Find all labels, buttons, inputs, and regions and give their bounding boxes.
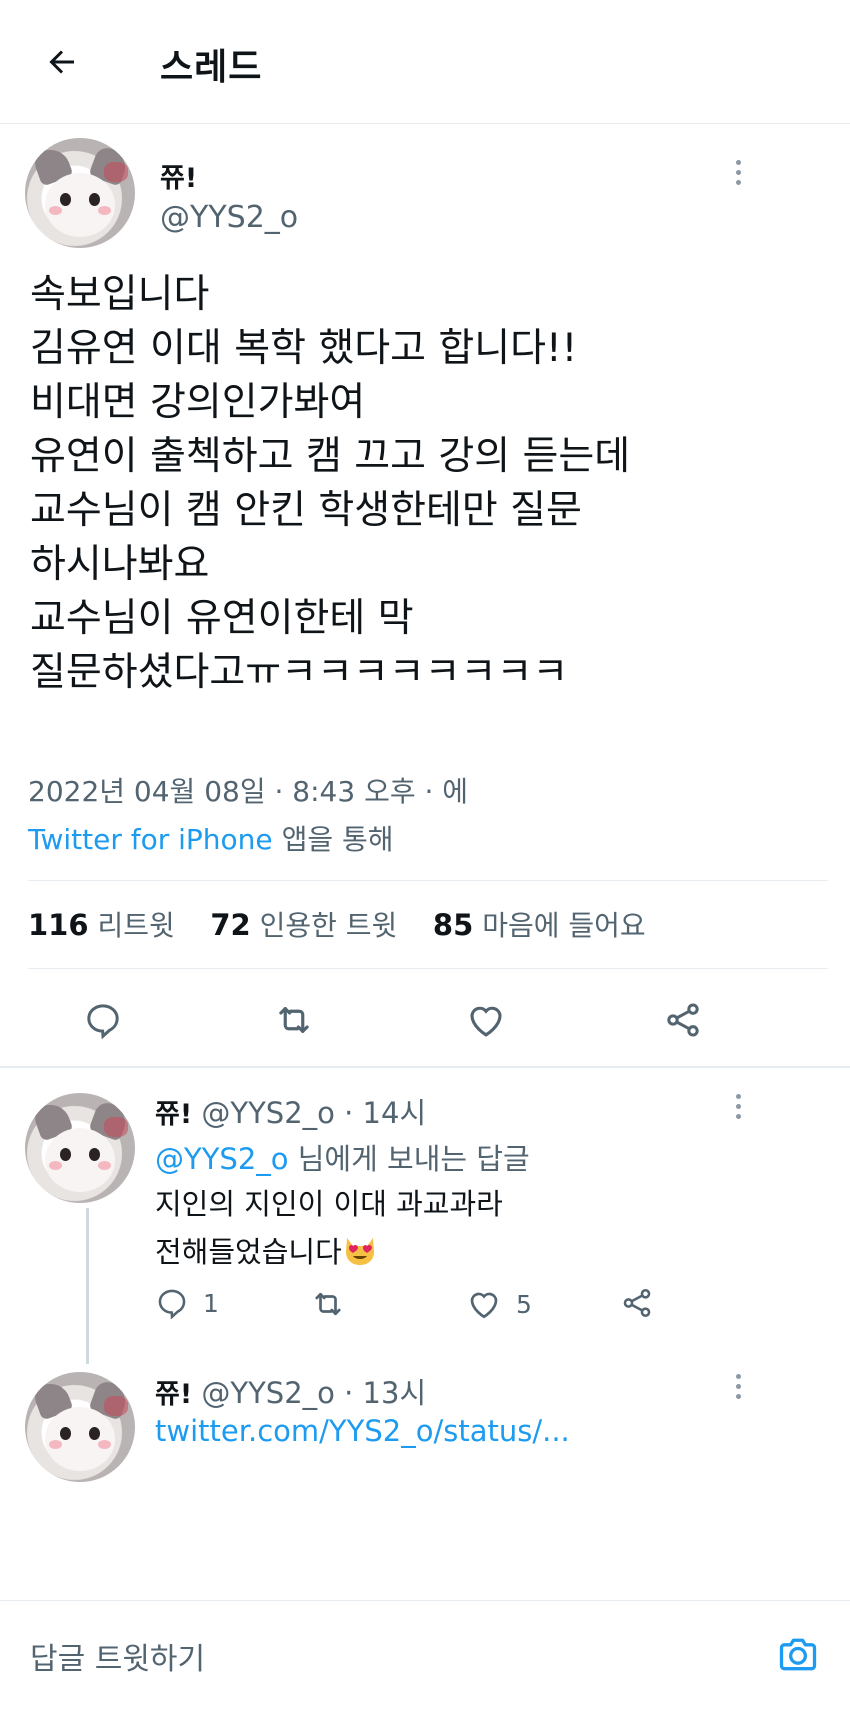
status-link[interactable]: twitter.com/YYS2_o/status/... [155, 1414, 570, 1448]
reply-author-handle[interactable]: @YYS2_o [201, 1096, 335, 1130]
share-action[interactable] [620, 1286, 654, 1324]
source-suffix: 앱을 통해 [281, 823, 394, 856]
more-dots-icon [735, 1373, 741, 1379]
tweet-source: Twitter for iPhone 앱을 통해 [28, 818, 394, 858]
tweet-line: 교수님이 캠 안킨 학생한테만 질문 [30, 488, 582, 533]
tweet-line: 유연이 출첵하고 캠 끄고 강의 듣는데 [30, 434, 631, 479]
reply-input[interactable]: 답글 트윗하기 [30, 1634, 205, 1678]
reply-to-suffix: 님에게 보내는 답글 [297, 1142, 530, 1176]
retweet-stat[interactable]: 116 리트윗 [28, 908, 175, 942]
divider [28, 968, 828, 969]
author-name[interactable]: 쮸! [160, 156, 197, 195]
more-options-button[interactable] [723, 1086, 753, 1126]
reply-button[interactable] [75, 992, 131, 1048]
top-bar [0, 0, 850, 124]
reply-body: 지인의 지인이 이대 과교과라 전해들었습니다 [155, 1180, 503, 1276]
reply-time[interactable]: · 14시 [344, 1096, 426, 1130]
share-icon [623, 1288, 651, 1318]
reply-time[interactable]: · 13시 [344, 1376, 426, 1410]
retweet-action[interactable] [310, 1286, 346, 1326]
reply-line: 지인의 지인이 이대 과교과라 [155, 1187, 503, 1221]
retweet-icon [279, 1007, 309, 1033]
reply-context: @YYS2_o 님에게 보내는 답글 [155, 1136, 530, 1178]
author-handle[interactable]: @YYS2_o [160, 200, 298, 235]
divider [0, 1066, 850, 1068]
like-count: 5 [516, 1289, 532, 1319]
avatar[interactable] [25, 1093, 135, 1203]
reply-icon [87, 1004, 119, 1040]
arrow-left-icon [49, 50, 74, 74]
more-dots-icon [735, 159, 741, 165]
share-icon [667, 1003, 699, 1037]
tweet-line: 속보입니다 [30, 272, 210, 317]
reply-author-handle[interactable]: @YYS2_o [201, 1376, 335, 1410]
like-action[interactable]: 5 [466, 1286, 532, 1322]
camera-icon [779, 1638, 817, 1671]
tweet-timestamp[interactable]: 2022년 04월 08일 · 8:43 오후 · 에 [28, 770, 468, 810]
tweet-stats: 116 리트윗 72 인용한 트윗 85 마음에 들어요 [28, 904, 646, 944]
retweet-button[interactable] [266, 992, 322, 1048]
like-stat[interactable]: 85 마음에 들어요 [433, 908, 646, 942]
tweet-line: 김유연 이대 복학 했다고 합니다!! [30, 326, 578, 371]
more-dots-icon [735, 1093, 741, 1099]
heart-eyes-cat-emoji-icon [345, 1238, 374, 1265]
thread-connector [86, 1208, 89, 1364]
heart-icon [470, 1006, 502, 1037]
camera-button[interactable] [770, 1626, 826, 1682]
reply-header: 쮸! @YYS2_o · 13시 [155, 1370, 426, 1412]
page-title: 스레드 [160, 47, 263, 88]
reply-line-with-emoji: 전해들었습니다 [155, 1228, 503, 1276]
avatar[interactable] [25, 138, 135, 248]
back-button[interactable] [36, 36, 88, 88]
source-app-link[interactable]: Twitter for iPhone [28, 823, 273, 856]
reply-action[interactable]: 1 [155, 1286, 219, 1320]
tweet-line: 질문하셨다고ㅠㅋㅋㅋㅋㅋㅋㅋㅋ [30, 650, 569, 695]
reply-header: 쮸! @YYS2_o · 14시 [155, 1090, 426, 1132]
retweet-icon [315, 1292, 341, 1316]
reply-to-link[interactable]: @YYS2_o [155, 1142, 289, 1176]
heart-icon [470, 1292, 498, 1319]
tweet-line: 비대면 강의인가봐여 [30, 380, 366, 425]
like-button[interactable] [458, 992, 514, 1048]
share-button[interactable] [655, 992, 711, 1048]
more-options-button[interactable] [723, 152, 753, 192]
reply-icon [158, 1289, 186, 1320]
avatar[interactable] [25, 1372, 135, 1482]
reply-author-name[interactable]: 쮸! [155, 1099, 192, 1130]
more-options-button[interactable] [723, 1366, 753, 1406]
divider [28, 880, 828, 881]
tweet-line: 하시나봐요 [30, 542, 210, 587]
tweet-body: 속보입니다 김유연 이대 복학 했다고 합니다!! 비대면 강의인가봐여 유연이… [30, 268, 820, 700]
quote-stat[interactable]: 72 인용한 트윗 [210, 908, 397, 942]
tweet-line: 교수님이 유연이한테 막 [30, 596, 414, 641]
reply-count: 1 [203, 1288, 219, 1318]
reply-author-name[interactable]: 쮸! [155, 1379, 192, 1410]
